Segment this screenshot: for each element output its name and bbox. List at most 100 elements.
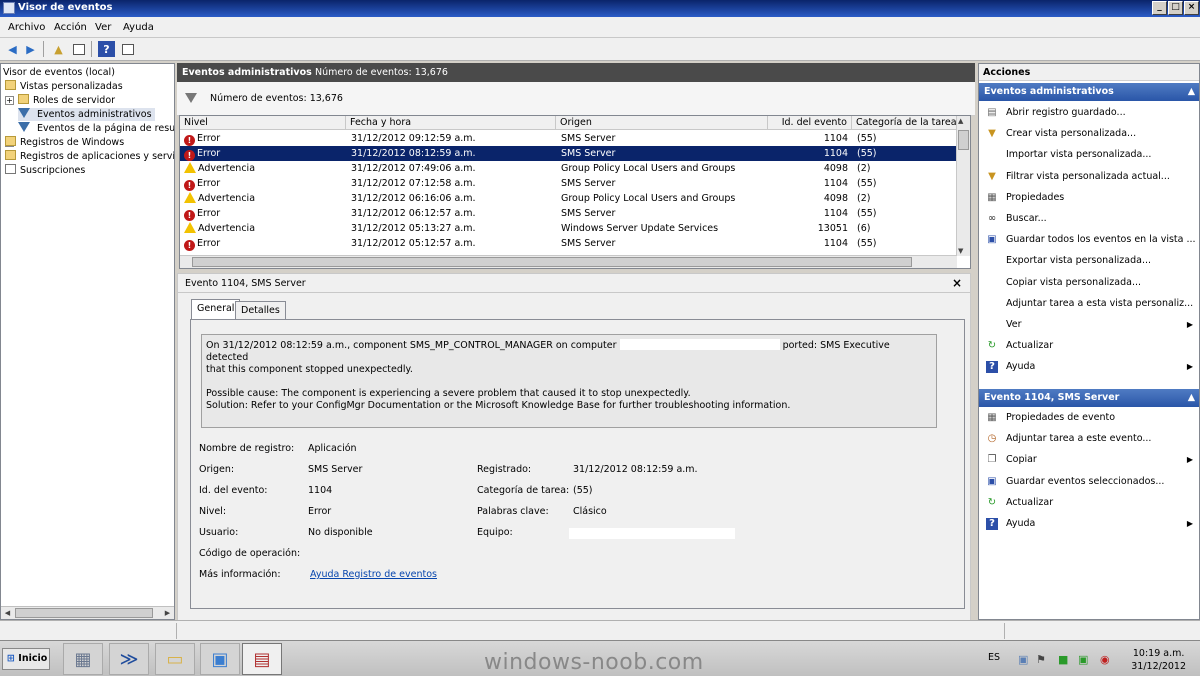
tree-item-server-roles[interactable]: Roles de servidor (18, 94, 115, 107)
folder-icon (5, 150, 16, 160)
tree-item-summary-events[interactable]: Eventos de la página de resumen (18, 122, 174, 135)
tab-general[interactable]: General (191, 299, 241, 320)
tray-network-icon[interactable]: ▣ (1018, 653, 1028, 666)
actions-section-event[interactable]: Evento 1104, SMS Server ▲ (979, 389, 1199, 407)
explorer-folder-icon[interactable]: ▭ (155, 643, 195, 675)
tree-item-admin-events[interactable]: Eventos administrativos (18, 108, 155, 121)
cell-event-id: 13051 (817, 223, 848, 234)
show-hide-tree-icon[interactable] (70, 41, 87, 57)
table-row[interactable]: ! Error 31/12/2012 06:12:57 a.m. SMS Server… (180, 206, 957, 221)
action-item[interactable]: ↻ Actualizar (979, 493, 1199, 513)
action-item[interactable]: ▼ Filtrar vista personalizada actual... (979, 167, 1199, 187)
action-label: Guardar eventos seleccionados... (1006, 475, 1165, 487)
label-task-category: Categoría de tarea: (477, 485, 570, 496)
list-horizontal-scrollbar[interactable] (180, 255, 957, 268)
table-row[interactable]: ! Error 31/12/2012 08:12:59 a.m. SMS Server… (180, 146, 957, 161)
menu-ayuda[interactable]: Ayuda (123, 22, 154, 33)
back-arrow-icon[interactable]: ◀ (4, 41, 21, 57)
cell-source: SMS Server (561, 208, 616, 219)
menu-accion[interactable]: Acción (54, 22, 87, 33)
action-pane-icon[interactable] (119, 41, 136, 57)
action-item[interactable]: ↻ Actualizar (979, 336, 1199, 356)
filter-bar: Número de eventos: 13,676 (177, 82, 975, 116)
column-header-event-id[interactable]: Id. del evento (768, 116, 852, 130)
expand-icon[interactable]: + (5, 96, 14, 105)
tray-security-icon[interactable]: ▣ (1078, 653, 1088, 666)
up-folder-icon[interactable]: ▲ (50, 41, 67, 57)
table-row[interactable]: ! Error 31/12/2012 07:12:58 a.m. SMS Server… (180, 176, 957, 191)
action-item[interactable]: ▼ Crear vista personalizada... (979, 124, 1199, 144)
column-header-source[interactable]: Origen (556, 116, 768, 130)
scroll-thumb[interactable] (958, 130, 969, 150)
cell-date: 31/12/2012 07:49:06 a.m. (351, 163, 476, 174)
status-divider (176, 623, 177, 639)
redacted-computer-name (619, 339, 780, 350)
help-icon[interactable]: ? (98, 41, 115, 57)
list-vertical-scrollbar[interactable]: ▲ ▼ (956, 116, 970, 256)
tree-item-subscriptions[interactable]: Suscripciones (5, 164, 85, 177)
network-icon[interactable]: ▣ (200, 643, 240, 675)
tree-item-windows-logs[interactable]: Registros de Windows (5, 136, 124, 149)
tab-details[interactable]: Detalles (235, 301, 286, 319)
clock[interactable]: 10:19 a.m. 31/12/2012 (1131, 647, 1186, 673)
warning-icon (184, 162, 196, 173)
cell-event-id: 1104 (823, 208, 848, 219)
action-item[interactable]: ▣ Guardar eventos seleccionados... (979, 472, 1199, 492)
action-label: Actualizar (1006, 496, 1054, 508)
close-button[interactable]: × (1184, 1, 1199, 15)
start-button[interactable]: ⊞ Inicio (2, 648, 50, 670)
scroll-left-icon[interactable]: ◀ (2, 608, 13, 619)
action-item[interactable]: ◷ Adjuntar tarea a este evento... (979, 429, 1199, 449)
scroll-up-icon[interactable]: ▲ (958, 117, 963, 125)
flag-icon[interactable]: ⚑ (1036, 653, 1046, 666)
action-item[interactable]: Exportar vista personalizada... (979, 251, 1199, 271)
collapse-up-icon[interactable]: ▲ (1188, 83, 1195, 101)
more-info-link[interactable]: Ayuda Registro de eventos (310, 569, 437, 580)
action-item[interactable]: ▦ Propiedades de evento (979, 408, 1199, 428)
action-item[interactable]: Copiar vista personalizada... (979, 273, 1199, 293)
tree-item-root[interactable]: Visor de eventos (local) (3, 66, 115, 79)
tray-volume-muted-icon[interactable]: ◉ (1100, 653, 1110, 666)
tree-horizontal-scrollbar[interactable]: ◀ ▶ (1, 606, 174, 619)
action-item[interactable]: ▤ Abrir registro guardado... (979, 103, 1199, 123)
menu-ver[interactable]: Ver (95, 22, 111, 33)
maximize-button[interactable]: □ (1168, 1, 1183, 15)
tree-item-custom-views[interactable]: Vistas personalizadas (5, 80, 123, 93)
table-row[interactable]: Advertencia 31/12/2012 06:16:06 a.m. Group… (180, 191, 957, 206)
table-row[interactable]: ! Error 31/12/2012 05:12:57 a.m. SMS Server… (180, 236, 957, 251)
action-item[interactable]: ❐ Copiar ▶ (979, 450, 1199, 470)
close-icon[interactable]: × (952, 276, 962, 290)
event-viewer-taskbar-icon[interactable]: ▤ (242, 643, 282, 675)
action-item[interactable]: Adjuntar tarea a esta vista personaliz..… (979, 294, 1199, 314)
minimize-button[interactable]: _ (1152, 1, 1167, 15)
action-item[interactable]: ? Ayuda ▶ (979, 514, 1199, 534)
scroll-thumb[interactable] (15, 608, 153, 618)
action-item[interactable]: ▣ Guardar todos los eventos en la vista .… (979, 230, 1199, 250)
table-row[interactable]: ! Error 31/12/2012 09:12:59 a.m. SMS Server… (180, 131, 957, 146)
table-row[interactable]: Advertencia 31/12/2012 05:13:27 a.m. Windo… (180, 221, 957, 236)
tray-plus-icon[interactable]: ■ (1058, 653, 1068, 666)
action-item[interactable]: ▦ Propiedades (979, 188, 1199, 208)
scroll-thumb[interactable] (192, 257, 912, 267)
server-manager-icon[interactable]: ▦ (63, 643, 103, 675)
menu-archivo[interactable]: Archivo (8, 22, 45, 33)
actions-section-admin-events[interactable]: Eventos administrativos ▲ (979, 83, 1199, 101)
scroll-down-icon[interactable]: ▼ (958, 247, 963, 255)
column-header-date[interactable]: Fecha y hora (346, 116, 556, 130)
action-item[interactable]: Ver ▶ (979, 315, 1199, 335)
action-item[interactable]: ? Ayuda ▶ (979, 357, 1199, 377)
table-row[interactable]: Advertencia 31/12/2012 07:49:06 a.m. Group… (180, 161, 957, 176)
language-indicator[interactable]: ES (988, 652, 1000, 663)
cell-level: Error (197, 238, 221, 249)
column-header-category[interactable]: Categoría de la tarea (852, 116, 957, 130)
scroll-right-icon[interactable]: ▶ (162, 608, 173, 619)
forward-arrow-icon[interactable]: ▶ (22, 41, 39, 57)
center-header: Eventos administrativos Número de evento… (177, 63, 975, 82)
action-item[interactable]: Importar vista personalizada... (979, 145, 1199, 165)
action-item[interactable]: ∞ Buscar... (979, 209, 1199, 229)
cell-date: 31/12/2012 06:16:06 a.m. (351, 193, 476, 204)
tree-item-app-logs[interactable]: Registros de aplicaciones y servicios (5, 150, 174, 163)
powershell-icon[interactable]: ≫ (109, 643, 149, 675)
column-header-level[interactable]: Nivel (180, 116, 346, 130)
collapse-up-icon[interactable]: ▲ (1188, 389, 1195, 407)
